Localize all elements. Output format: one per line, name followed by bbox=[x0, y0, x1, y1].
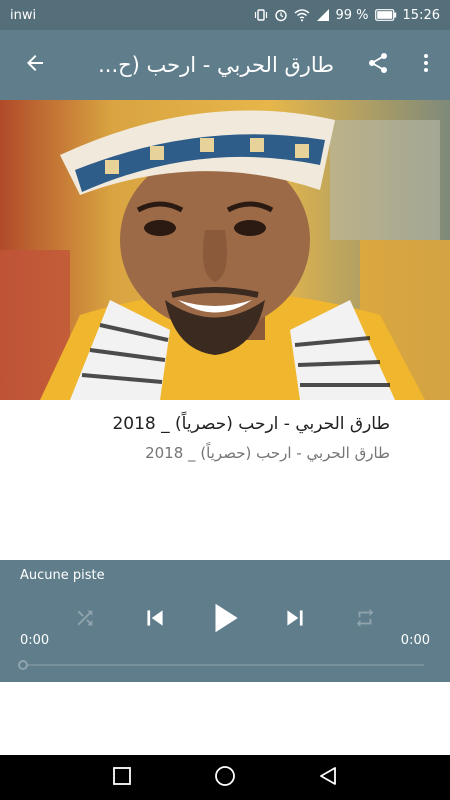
video-thumbnail[interactable] bbox=[0, 100, 450, 400]
app-bar: طارق الحربي - ارحب (ح... bbox=[0, 30, 450, 100]
skip-previous-icon bbox=[142, 605, 168, 635]
status-icons: 99 % 15:26 bbox=[254, 7, 440, 23]
battery-icon bbox=[374, 9, 397, 21]
arrow-back-icon bbox=[23, 51, 47, 79]
play-button[interactable] bbox=[205, 600, 245, 640]
screen: inwi 99 % 15:26 طارق الحربي - ارحب (ح...… bbox=[0, 0, 450, 800]
navigation-bar bbox=[0, 755, 450, 800]
battery-label: 99 % bbox=[335, 7, 369, 23]
video-thumbnail-image bbox=[0, 100, 450, 400]
home-icon bbox=[214, 765, 236, 791]
track-info: طارق الحربي - ارحب (حصرياً) _ 2018 طارق … bbox=[0, 400, 450, 560]
carrier-label: inwi bbox=[10, 7, 37, 23]
share-icon bbox=[366, 51, 390, 79]
track-subtitle: طارق الحربي - ارحب (حصرياً) _ 2018 bbox=[145, 444, 390, 462]
recents-button[interactable] bbox=[102, 758, 142, 798]
wifi-icon bbox=[294, 8, 310, 22]
play-icon bbox=[206, 599, 244, 641]
track-title: طارق الحربي - ارحب (حصرياً) _ 2018 bbox=[112, 414, 390, 434]
player-panel: Aucune piste 0:00 0:00 bbox=[0, 560, 450, 682]
elapsed-time: 0:00 bbox=[20, 633, 50, 648]
signal-icon bbox=[316, 8, 330, 22]
repeat-icon bbox=[354, 607, 376, 633]
player-status: Aucune piste bbox=[20, 568, 105, 583]
clock-label: 15:26 bbox=[402, 7, 440, 23]
repeat-button[interactable] bbox=[345, 600, 385, 640]
seek-bar[interactable] bbox=[18, 660, 424, 670]
alarm-icon bbox=[274, 8, 288, 22]
vibrate-icon bbox=[254, 8, 268, 22]
recents-icon bbox=[112, 766, 132, 790]
more-vert-icon bbox=[414, 51, 438, 79]
back-icon bbox=[318, 766, 338, 790]
next-button[interactable] bbox=[275, 600, 315, 640]
more-options-button[interactable] bbox=[402, 30, 450, 100]
previous-button[interactable] bbox=[135, 600, 175, 640]
shuffle-button[interactable] bbox=[65, 600, 105, 640]
shuffle-icon bbox=[74, 607, 96, 633]
seek-thumb[interactable] bbox=[18, 660, 28, 670]
app-bar-title: طارق الحربي - ارحب (ح... bbox=[98, 53, 334, 77]
home-button[interactable] bbox=[205, 758, 245, 798]
back-button[interactable] bbox=[0, 30, 70, 100]
skip-next-icon bbox=[282, 605, 308, 635]
share-button[interactable] bbox=[354, 30, 402, 100]
status-bar: inwi 99 % 15:26 bbox=[0, 0, 450, 30]
total-time: 0:00 bbox=[400, 633, 430, 648]
back-nav-button[interactable] bbox=[308, 758, 348, 798]
